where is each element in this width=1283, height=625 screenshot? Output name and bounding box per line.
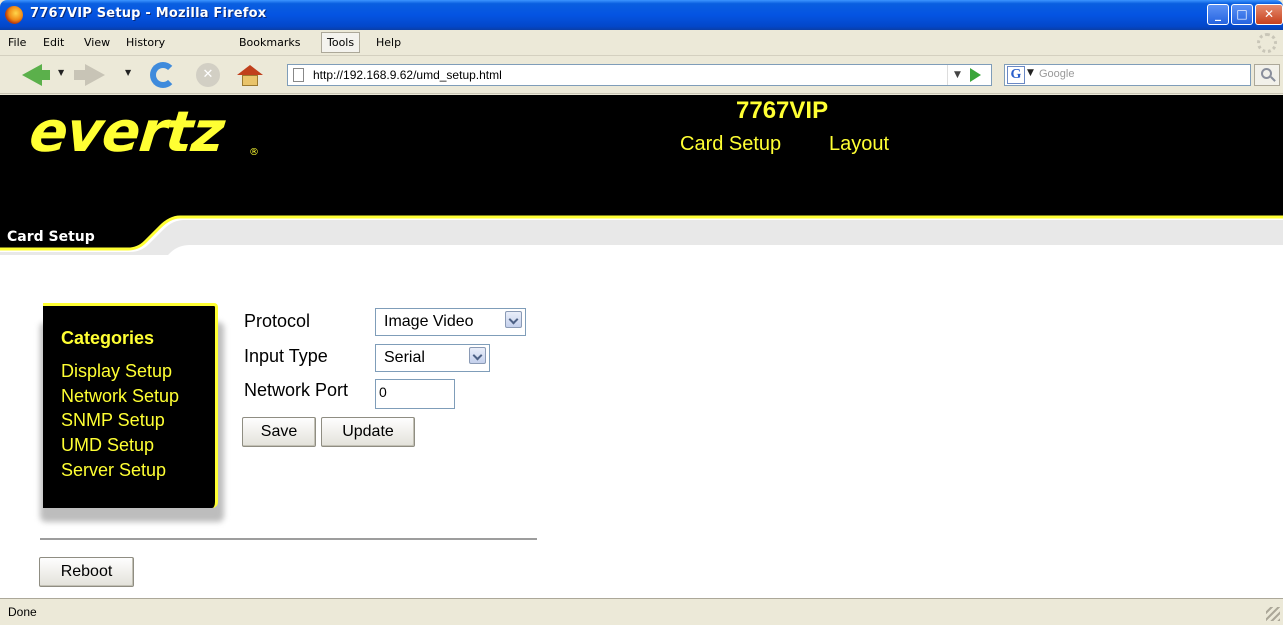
- close-button[interactable]: ✕: [1255, 4, 1283, 25]
- categories-panel: Categories Display Setup Network Setup S…: [43, 303, 218, 508]
- forward-arrow-icon[interactable]: [85, 64, 105, 86]
- category-server-setup[interactable]: Server Setup: [61, 460, 166, 481]
- firefox-logo-icon: [5, 6, 23, 24]
- network-port-label: Network Port: [244, 380, 349, 400]
- back-history-dropdown-icon[interactable]: ▼: [58, 68, 64, 77]
- category-umd-setup[interactable]: UMD Setup: [61, 435, 154, 456]
- url-history-dropdown-icon[interactable]: ▼: [947, 65, 967, 85]
- categories-title: Categories: [61, 328, 155, 348]
- divider: [40, 538, 537, 540]
- forward-history-dropdown-icon[interactable]: ▼: [125, 68, 131, 77]
- chevron-down-icon[interactable]: [469, 347, 486, 364]
- status-bar: Done: [0, 598, 1283, 625]
- minimize-button[interactable]: _: [1207, 4, 1229, 25]
- back-button[interactable]: [38, 70, 50, 80]
- go-arrow-icon[interactable]: [970, 68, 981, 82]
- home-body: [242, 75, 258, 86]
- chevron-down-icon[interactable]: [505, 311, 522, 328]
- menu-view[interactable]: View: [84, 36, 110, 49]
- navigation-toolbar: ▼ ▼ ✕ http://192.168.9.62/umd_setup.html…: [0, 56, 1283, 94]
- home-icon[interactable]: [237, 65, 263, 86]
- device-model: 7767VIP: [736, 97, 829, 124]
- input-type-value: Serial: [384, 349, 425, 366]
- search-bar[interactable]: G ▼ Google: [1004, 64, 1251, 86]
- resize-grip-icon[interactable]: [1266, 607, 1280, 621]
- google-engine-icon[interactable]: G: [1007, 66, 1025, 84]
- home-roof: [237, 65, 263, 75]
- maximize-button[interactable]: □: [1231, 4, 1253, 25]
- engine-dropdown-icon[interactable]: ▼: [1027, 68, 1034, 78]
- url-text[interactable]: http://192.168.9.62/umd_setup.html: [313, 68, 502, 82]
- title-bar: 7767VIP Setup - Mozilla Firefox _ □ ✕: [0, 0, 1283, 30]
- stop-icon[interactable]: ✕: [196, 63, 220, 87]
- page-icon: [293, 68, 304, 82]
- update-button[interactable]: Update: [321, 417, 415, 447]
- browser-window: 7767VIP Setup - Mozilla Firefox _ □ ✕ Fi…: [0, 0, 1283, 625]
- url-bar[interactable]: http://192.168.9.62/umd_setup.html ▼: [287, 64, 992, 86]
- header-link-card-setup[interactable]: Card Setup: [680, 133, 781, 156]
- menu-edit[interactable]: Edit: [43, 36, 64, 49]
- category-snmp-setup[interactable]: SNMP Setup: [61, 410, 165, 431]
- category-network-setup[interactable]: Network Setup: [61, 386, 179, 407]
- section-tab-card-setup: Card Setup: [7, 229, 95, 245]
- network-port-field[interactable]: 0: [375, 379, 455, 409]
- magnifier-handle: [1270, 76, 1276, 82]
- status-text: Done: [8, 605, 37, 619]
- protocol-label: Protocol: [244, 311, 311, 331]
- search-input[interactable]: Google: [1039, 68, 1074, 80]
- menu-bar: File Edit View History Bookmarks Tools H…: [0, 30, 1283, 56]
- menu-bookmarks[interactable]: Bookmarks: [239, 36, 300, 49]
- network-port-value: 0: [379, 384, 387, 400]
- throbber-icon: [1257, 33, 1277, 53]
- window-title: 7767VIP Setup - Mozilla Firefox: [30, 6, 267, 21]
- search-button[interactable]: [1254, 64, 1280, 86]
- reload-icon[interactable]: [150, 62, 176, 88]
- protocol-value: Image Video: [384, 313, 474, 330]
- menu-history[interactable]: History: [126, 36, 165, 49]
- category-display-setup[interactable]: Display Setup: [61, 361, 172, 382]
- save-button[interactable]: Save: [242, 417, 316, 447]
- header-link-layout[interactable]: Layout: [829, 133, 889, 156]
- reboot-button[interactable]: Reboot: [39, 557, 134, 587]
- protocol-select[interactable]: Image Video: [375, 308, 526, 336]
- evertz-logo: evertz: [26, 100, 227, 165]
- menu-tools[interactable]: Tools: [321, 32, 361, 53]
- input-type-select[interactable]: Serial: [375, 344, 490, 372]
- menu-help[interactable]: Help: [376, 36, 401, 49]
- registered-mark: ®: [249, 147, 259, 158]
- input-type-label: Input Type: [244, 346, 328, 366]
- menu-file[interactable]: File: [8, 36, 26, 49]
